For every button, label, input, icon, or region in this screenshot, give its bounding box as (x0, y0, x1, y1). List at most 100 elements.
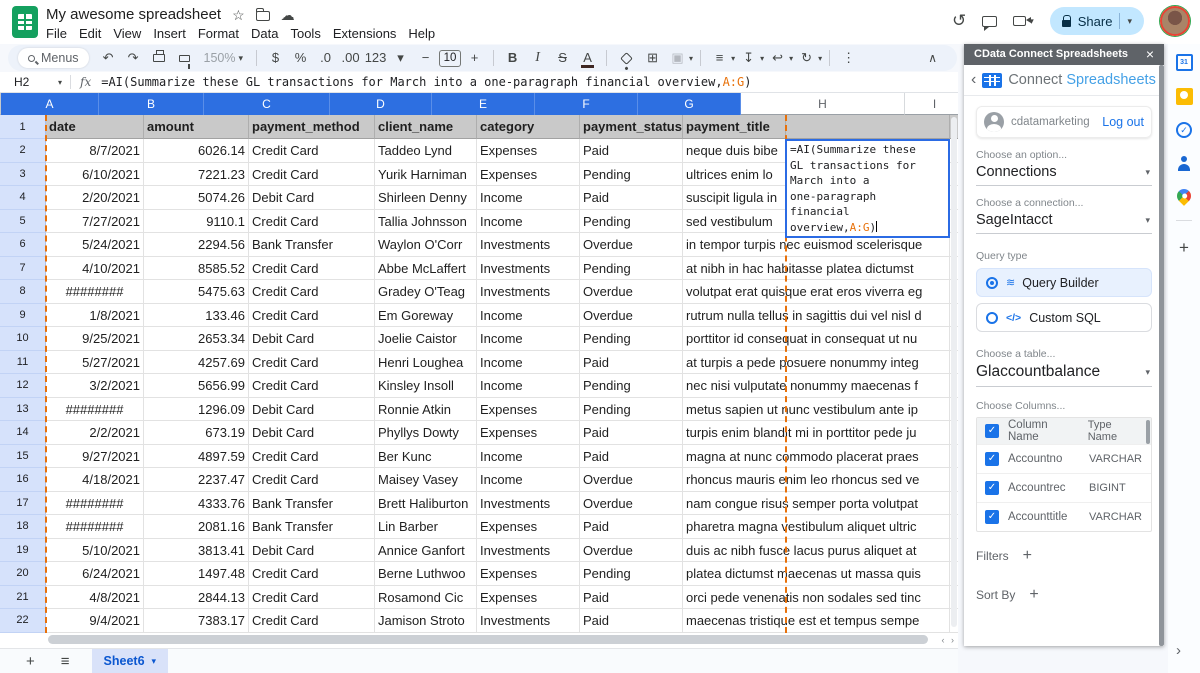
sheets-logo-icon[interactable] (12, 6, 38, 38)
cell[interactable]: Income (477, 186, 580, 210)
cell[interactable]: duis ac nibh fusce lacus purus aliquet a… (683, 539, 786, 563)
cell[interactable]: neque duis bibe (683, 139, 786, 163)
cell[interactable]: 2294.56 (144, 233, 249, 257)
cell[interactable]: 4897.59 (144, 445, 249, 469)
menu-data[interactable]: Data (245, 25, 284, 42)
row-header-6[interactable]: 6 (0, 233, 46, 257)
document-title[interactable]: My awesome spreadsheet (46, 6, 221, 23)
cell[interactable]: Expenses (477, 515, 580, 539)
move-folder-icon[interactable] (256, 11, 270, 21)
cell[interactable]: rhoncus mauris enim leo rhoncus sed ve (683, 468, 786, 492)
row-header-9[interactable]: 9 (0, 304, 46, 328)
cell[interactable]: Expenses (477, 421, 580, 445)
cell[interactable]: at nibh in hac habitasse platea dictumst (683, 257, 786, 281)
cell[interactable]: 4257.69 (144, 351, 249, 375)
cell[interactable]: nam congue risus semper porta volutpat (683, 492, 786, 516)
cell[interactable]: Investments (477, 280, 580, 304)
option-select[interactable]: Connections ▾ (976, 161, 1152, 186)
cell[interactable]: Abbe McLaffert (375, 257, 477, 281)
cell[interactable]: Em Goreway (375, 304, 477, 328)
cell[interactable]: turpis enim blandit mi in porttitor pede… (683, 421, 786, 445)
zoom-select[interactable]: 150%▾ (204, 51, 244, 65)
cell[interactable]: 2237.47 (144, 468, 249, 492)
cell[interactable]: ######## (46, 280, 144, 304)
cell[interactable]: Credit Card (249, 280, 375, 304)
cell[interactable]: Expenses (477, 163, 580, 187)
row-header-20[interactable]: 20 (0, 562, 46, 586)
menu-edit[interactable]: Edit (73, 25, 107, 42)
cell[interactable]: ultrices enim lo (683, 163, 786, 187)
column-header-H[interactable]: H (741, 93, 905, 115)
cell[interactable]: Credit Card (249, 445, 375, 469)
font-select[interactable]: ▾ (389, 46, 412, 70)
cell[interactable]: Paid (580, 609, 683, 633)
italic-button[interactable]: I (526, 46, 549, 70)
menu-view[interactable]: View (107, 25, 147, 42)
name-box[interactable]: H2 (0, 75, 58, 89)
cell[interactable]: 2081.16 (144, 515, 249, 539)
add-sort-button[interactable]: + (1029, 586, 1038, 604)
column-header-C[interactable]: C (204, 93, 330, 115)
add-filter-button[interactable]: + (1023, 547, 1032, 565)
row-header-22[interactable]: 22 (0, 609, 46, 633)
row-header-21[interactable]: 21 (0, 586, 46, 610)
increase-decimal-button[interactable]: .00 (339, 46, 362, 70)
cell[interactable]: Maisey Vasey (375, 468, 477, 492)
keep-icon[interactable] (1176, 88, 1193, 105)
cell[interactable]: Overdue (580, 233, 683, 257)
cell[interactable]: Henri Loughea (375, 351, 477, 375)
text-rotation-button[interactable]: ↻ (795, 46, 818, 70)
cell[interactable]: Overdue (580, 304, 683, 328)
cell[interactable]: Investments (477, 539, 580, 563)
cell[interactable]: at turpis a pede posuere nonummy integ (683, 351, 786, 375)
cell[interactable]: Credit Card (249, 210, 375, 234)
cell[interactable]: Kinsley Insoll (375, 374, 477, 398)
cell[interactable]: in tempor turpis nec euismod scelerisque (683, 233, 786, 257)
cell[interactable]: 4/8/2021 (46, 586, 144, 610)
cell[interactable]: 1/8/2021 (46, 304, 144, 328)
cell[interactable]: nec nisi vulputate nonummy maecenas f (683, 374, 786, 398)
logout-link[interactable]: Log out (1102, 115, 1144, 129)
cell[interactable]: Rosamond Cic (375, 586, 477, 610)
cell[interactable]: 133.46 (144, 304, 249, 328)
cell[interactable]: Joelie Caistor (375, 327, 477, 351)
borders-button[interactable]: ⊞ (641, 46, 664, 70)
cell[interactable]: Annice Ganfort (375, 539, 477, 563)
column-header-B[interactable]: B (99, 93, 204, 115)
row-header-5[interactable]: 5 (0, 210, 46, 234)
cell[interactable]: 9/25/2021 (46, 327, 144, 351)
custom-sql-option[interactable]: </> Custom SQL (976, 303, 1152, 332)
cell[interactable]: 8585.52 (144, 257, 249, 281)
tasks-icon[interactable]: ✓ (1176, 122, 1192, 138)
cell[interactable]: 7221.23 (144, 163, 249, 187)
cell[interactable]: Pending (580, 562, 683, 586)
cell[interactable]: sed vestibulum (683, 210, 786, 234)
cell[interactable]: Pending (580, 327, 683, 351)
cell[interactable]: Waylon O'Corr (375, 233, 477, 257)
row-header-14[interactable]: 14 (0, 421, 46, 445)
cell[interactable]: Jamison Stroto (375, 609, 477, 633)
cell[interactable]: 9/4/2021 (46, 609, 144, 633)
cell[interactable]: Expenses (477, 562, 580, 586)
cell[interactable]: metus sapien ut nunc vestibulum ante ip (683, 398, 786, 422)
column-checkbox[interactable]: ✓ (985, 481, 999, 495)
cell[interactable]: Credit Card (249, 163, 375, 187)
meet-icon[interactable]: ▾ (1013, 16, 1034, 27)
decrease-decimal-button[interactable]: .0 (314, 46, 337, 70)
cell[interactable]: Pending (580, 210, 683, 234)
column-header-E[interactable]: E (432, 93, 535, 115)
cell[interactable]: Income (477, 445, 580, 469)
row-header-17[interactable]: 17 (0, 492, 46, 516)
cell[interactable]: Income (477, 210, 580, 234)
columns-list-scrollbar[interactable] (1146, 420, 1150, 444)
bold-button[interactable]: B (501, 46, 524, 70)
cell[interactable]: Credit Card (249, 351, 375, 375)
menu-file[interactable]: File (40, 25, 73, 42)
cell[interactable]: 2/20/2021 (46, 186, 144, 210)
column-header-G[interactable]: G (638, 93, 741, 115)
row-header-16[interactable]: 16 (0, 468, 46, 492)
cell[interactable]: Credit Card (249, 586, 375, 610)
cell[interactable]: Income (477, 374, 580, 398)
menu-insert[interactable]: Insert (147, 25, 192, 42)
cell[interactable]: 6/24/2021 (46, 562, 144, 586)
